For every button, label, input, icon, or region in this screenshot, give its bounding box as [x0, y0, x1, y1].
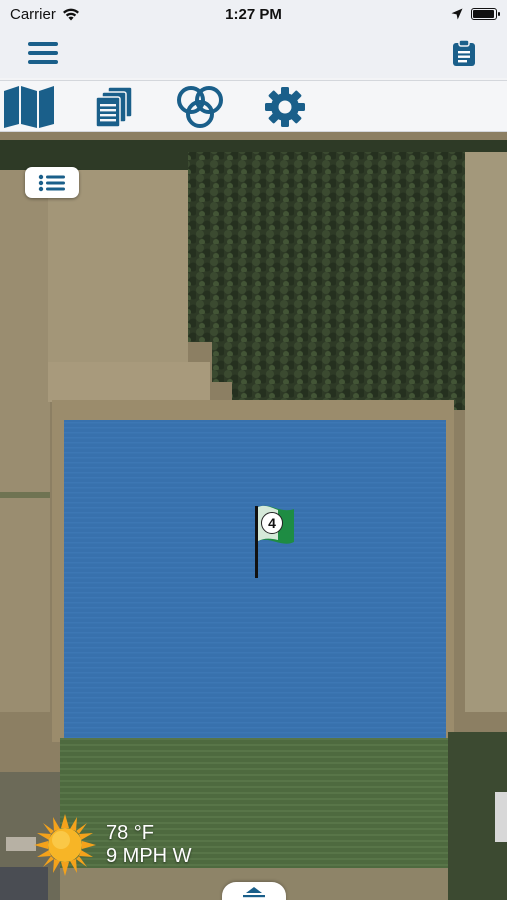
menu-button[interactable] — [26, 36, 60, 70]
temperature-label: 78 °F — [106, 822, 155, 844]
tab-settings[interactable] — [262, 83, 308, 131]
nav-bar — [0, 28, 507, 78]
app-screen: Carrier 1:27 PM 4 78 °F 9 MPH W — [0, 0, 507, 900]
wifi-icon — [62, 8, 79, 20]
status-left: Carrier — [10, 6, 80, 23]
status-right — [451, 8, 500, 20]
satellite-map[interactable]: 4 78 °F 9 MPH W — [0, 132, 507, 900]
battery-icon — [471, 8, 500, 20]
map-icon — [4, 86, 54, 128]
hamburger-menu-icon — [28, 42, 58, 64]
carrier-label: Carrier — [10, 5, 56, 23]
wind-label: 9 MPH W — [106, 845, 192, 867]
tab-layers[interactable] — [92, 83, 136, 131]
three-rings-icon — [177, 86, 223, 128]
sun-icon — [34, 814, 96, 876]
field-number: 4 — [261, 512, 283, 534]
status-bar: Carrier 1:27 PM — [0, 0, 507, 28]
field-flag-marker[interactable]: 4 — [252, 504, 302, 580]
clipboard-button[interactable] — [447, 36, 481, 70]
drawer-handle[interactable] — [222, 882, 286, 900]
gear-icon — [265, 87, 305, 127]
battery-fill — [473, 10, 494, 18]
legend-button[interactable] — [25, 167, 79, 198]
weather-readout: 78 °F 9 MPH W — [106, 822, 192, 868]
weather-widget[interactable]: 78 °F 9 MPH W — [34, 814, 192, 876]
clipboard-icon — [453, 39, 475, 66]
tab-overlap[interactable] — [174, 83, 226, 131]
stacked-pages-icon — [95, 86, 133, 128]
list-icon — [38, 174, 65, 191]
location-arrow-icon — [451, 8, 463, 20]
chevron-up-icon — [243, 887, 265, 898]
tab-bar — [0, 80, 507, 132]
tab-map[interactable] — [0, 83, 58, 131]
